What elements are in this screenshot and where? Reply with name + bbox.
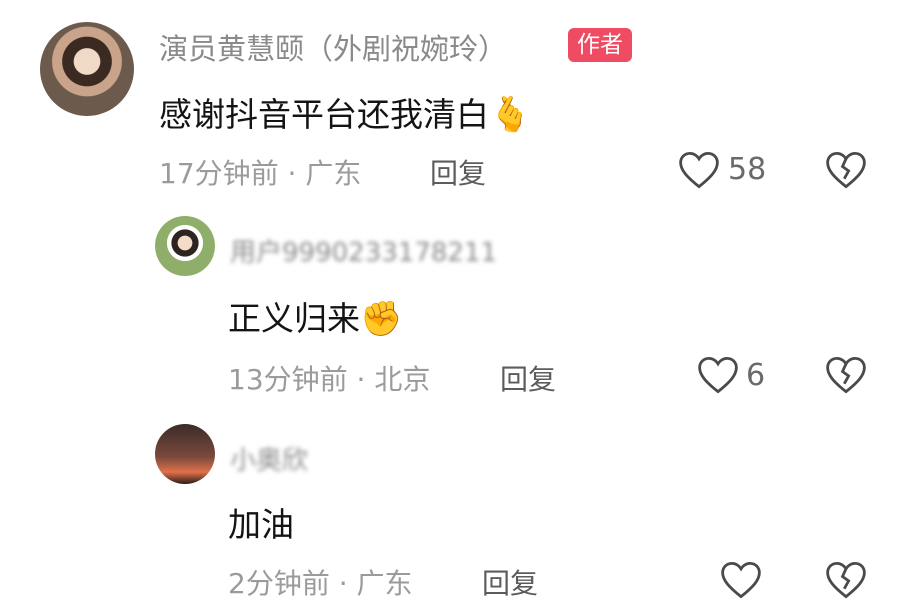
heart-outline-icon[interactable] — [678, 150, 720, 190]
comment-text: 正义归来✊ — [228, 292, 402, 340]
comment-time: 13分钟前 — [228, 363, 348, 396]
comment-text: 感谢抖音平台还我清白🫰 — [159, 88, 531, 136]
comment-username[interactable]: 用户9990233178211 — [230, 232, 497, 269]
comment-location: 北京 — [374, 363, 431, 396]
comment-time: 2分钟前 — [228, 567, 330, 600]
meta-separator: · — [287, 157, 297, 190]
fist-emoji: ✊ — [360, 299, 403, 339]
like-count: 58 — [728, 152, 767, 187]
comment-location: 广东 — [305, 157, 362, 190]
comment-text-body: 正义归来 — [228, 299, 360, 338]
comment-meta: 17分钟前 · 广东 — [159, 152, 361, 192]
meta-separator: · — [356, 363, 366, 396]
comment-text-body: 感谢抖音平台还我清白 — [159, 95, 489, 134]
avatar-user2[interactable] — [155, 216, 215, 276]
comment-username[interactable]: 小奥欣 — [230, 440, 308, 477]
reply-button[interactable]: 回复 — [430, 152, 486, 192]
heart-outline-icon[interactable] — [697, 355, 739, 395]
like-count: 6 — [746, 358, 766, 393]
comment-meta: 2分钟前 · 广东 — [228, 562, 413, 602]
reply-button[interactable]: 回复 — [482, 562, 538, 602]
comment-username[interactable]: 演员黄慧颐（外剧祝婉玲） — [159, 26, 507, 68]
broken-heart-icon[interactable] — [825, 150, 867, 190]
comment-text: 加油 — [228, 505, 294, 544]
finger-heart-emoji: 🫰 — [489, 95, 532, 135]
comment-location: 广东 — [356, 567, 413, 600]
meta-separator: · — [338, 567, 348, 600]
broken-heart-icon[interactable] — [825, 355, 867, 395]
comment-time: 17分钟前 — [159, 157, 279, 190]
comment-meta: 13分钟前 · 北京 — [228, 358, 430, 398]
avatar-user3[interactable] — [155, 424, 215, 484]
reply-button[interactable]: 回复 — [500, 358, 556, 398]
broken-heart-icon[interactable] — [825, 560, 867, 600]
author-badge: 作者 — [568, 28, 632, 62]
heart-outline-icon[interactable] — [720, 560, 762, 600]
avatar-author[interactable] — [40, 22, 134, 116]
